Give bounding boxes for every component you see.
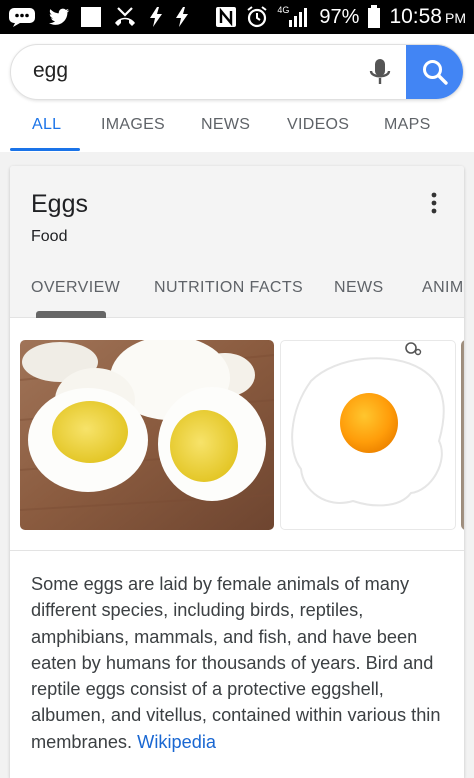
search-button[interactable] <box>406 45 463 99</box>
knowledge-panel-header: Eggs Food OVERVIEW NUTRITION FACTS NEWS … <box>10 166 464 318</box>
tab-news[interactable]: NEWS <box>201 116 250 134</box>
panel-subtitle: Food <box>31 228 68 245</box>
search-icon <box>423 60 448 85</box>
tab-nutrition-facts[interactable]: NUTRITION FACTS <box>154 279 303 297</box>
divider <box>10 550 464 551</box>
tab-images[interactable]: IMAGES <box>101 116 165 134</box>
system-icons: 4G 97% 10:58 PM <box>215 5 466 29</box>
charging-icon <box>148 5 164 29</box>
twitter-icon <box>48 5 70 29</box>
egg-image-partial[interactable] <box>461 340 464 530</box>
tab-news[interactable]: NEWS <box>334 279 384 297</box>
battery-icon <box>367 5 381 29</box>
tab-maps[interactable]: MAPS <box>384 116 431 134</box>
mic-icon[interactable] <box>365 57 395 89</box>
active-tab-indicator <box>10 148 80 151</box>
panel-description: Some eggs are laid by female animals of … <box>31 571 451 755</box>
more-options-icon[interactable] <box>424 190 444 216</box>
search-box[interactable]: egg <box>10 44 464 100</box>
wikipedia-link[interactable]: Wikipedia <box>137 732 216 752</box>
panel-title: Eggs <box>31 190 88 218</box>
notification-icons <box>8 5 190 29</box>
search-tabs: ALL IMAGES NEWS VIDEOS MAPS <box>0 114 474 152</box>
status-bar: 4G 97% 10:58 PM <box>0 0 474 34</box>
search-input[interactable]: egg <box>33 59 68 83</box>
active-panel-tab-indicator <box>36 311 106 318</box>
square-icon <box>80 5 102 29</box>
tab-all[interactable]: ALL <box>32 116 61 134</box>
message-icon <box>8 5 38 29</box>
knowledge-panel: Eggs Food OVERVIEW NUTRITION FACTS NEWS … <box>10 166 464 778</box>
tab-overview[interactable]: OVERVIEW <box>31 279 120 297</box>
fried-egg-image[interactable] <box>280 340 456 530</box>
clock-ampm: PM <box>445 10 466 26</box>
tab-videos[interactable]: VIDEOS <box>287 116 349 134</box>
clock: 10:58 PM <box>389 5 466 29</box>
tab-animals[interactable]: ANIM <box>422 279 464 297</box>
signal-icon: 4G <box>277 5 311 29</box>
network-type-label: 4G <box>277 5 290 15</box>
description-text: Some eggs are laid by female animals of … <box>31 574 441 752</box>
nfc-icon <box>215 5 237 29</box>
battery-percent: 97% <box>319 5 360 28</box>
charging-icon <box>174 5 190 29</box>
boiled-eggs-image[interactable] <box>20 340 274 530</box>
alarm-icon <box>245 5 269 29</box>
search-header: egg ALL IMAGES NEWS VIDEOS MAPS <box>0 34 474 152</box>
missed-call-icon <box>112 5 138 29</box>
clock-time: 10:58 <box>389 5 442 28</box>
